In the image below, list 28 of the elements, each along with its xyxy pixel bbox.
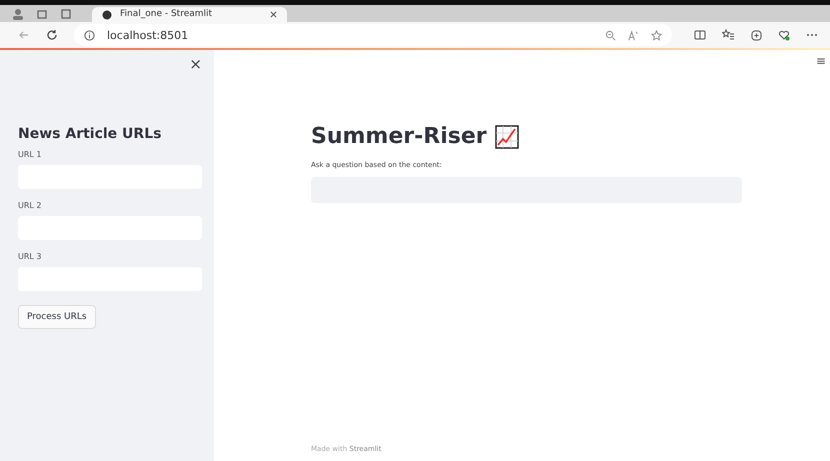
app-icon (102, 10, 112, 20)
field-label: URL 1 (18, 150, 43, 159)
browser-tab[interactable]: Final_one - Streamlit (92, 7, 287, 22)
url-text: localhost:8501 (107, 28, 188, 42)
field-label: URL 2 (18, 201, 43, 210)
health-icon[interactable] (778, 29, 790, 41)
info-icon (84, 30, 95, 40)
profile-icon[interactable] (12, 8, 24, 20)
favorites-icon[interactable] (722, 29, 734, 41)
tabs-icon[interactable] (60, 8, 72, 20)
page-title: Summer-Riser (311, 124, 487, 149)
split-screen-icon[interactable] (694, 29, 706, 41)
collections-icon[interactable] (750, 29, 762, 41)
close-button[interactable]: × (189, 56, 202, 126)
sidebar-heading: News Article URLs (18, 126, 162, 142)
tab-title: Final_one - Streamlit (120, 9, 212, 20)
zoom-icon[interactable] (605, 30, 616, 40)
workspaces-icon[interactable] (36, 8, 48, 20)
address-bar[interactable]: localhost:8501 (74, 24, 672, 46)
read-aloud-icon[interactable] (628, 30, 639, 40)
process-button[interactable]: Process URLs (18, 305, 96, 329)
back-icon[interactable] (18, 29, 30, 41)
chart-icon (494, 124, 519, 148)
close-icon[interactable] (270, 11, 277, 18)
star-icon[interactable] (651, 30, 662, 40)
menu-button[interactable]: ≡ (816, 54, 826, 114)
refresh-icon[interactable] (46, 29, 58, 41)
field-label: URL 3 (18, 252, 43, 261)
